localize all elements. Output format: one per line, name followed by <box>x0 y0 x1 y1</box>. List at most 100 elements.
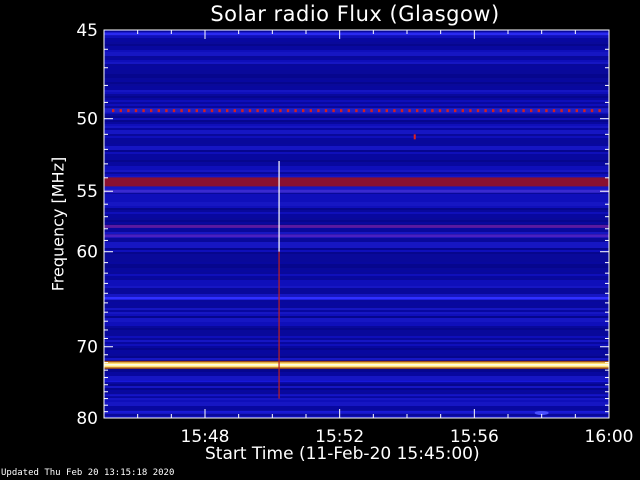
band-dash <box>545 109 548 113</box>
noise-row <box>104 270 609 272</box>
noise-row <box>104 392 609 394</box>
band-dash <box>210 109 214 113</box>
noise-row <box>104 66 609 68</box>
band-dash <box>378 109 381 113</box>
band-dash <box>431 109 434 113</box>
noise-row <box>104 294 609 296</box>
y-axis-label: Frequency [MHz] <box>48 156 68 292</box>
noise-row <box>104 46 609 48</box>
noise-row <box>104 120 609 122</box>
noise-row <box>104 396 609 398</box>
noise-row <box>104 222 609 224</box>
band-dash <box>340 109 343 113</box>
noise-row <box>104 128 609 130</box>
noise-row <box>104 264 609 266</box>
noise-row <box>104 212 609 214</box>
spectrogram-chart: 455055607080 15:48 15:52 15:56 16:00 <box>76 21 634 447</box>
band-dash <box>446 109 449 113</box>
noise-row <box>104 330 609 332</box>
noise-row <box>104 106 609 108</box>
noise-row <box>104 200 609 202</box>
noise-row <box>104 76 609 78</box>
band-dash <box>271 109 274 113</box>
noise-row <box>104 102 609 104</box>
noise-row <box>104 318 609 320</box>
noise-row <box>104 70 609 72</box>
band-dash <box>530 109 533 113</box>
noise-row <box>104 350 609 352</box>
band-dash <box>438 109 442 113</box>
noise-row <box>104 82 609 84</box>
noise-row <box>104 300 609 302</box>
noise-row <box>104 92 609 94</box>
noise-row <box>104 272 609 274</box>
noise-row <box>104 124 609 126</box>
band-dash <box>522 109 525 113</box>
noise-row <box>104 60 609 62</box>
noise-row <box>104 150 609 152</box>
y-tick-label: 60 <box>76 243 98 263</box>
x-tick-label: 16:00 <box>585 427 634 447</box>
noise-row <box>104 160 609 162</box>
noise-row <box>104 252 609 254</box>
band-dash <box>256 109 259 113</box>
noise-row <box>104 116 609 118</box>
noise-row <box>104 228 609 230</box>
noise-row <box>104 370 609 372</box>
noise-row <box>104 164 609 166</box>
noise-row <box>104 140 609 142</box>
band-64.5 <box>104 296 609 300</box>
noise-row <box>104 334 609 336</box>
band-dash <box>514 109 518 113</box>
noise-row <box>104 336 609 338</box>
noise-row <box>104 232 609 234</box>
band-45.2 <box>104 32 609 36</box>
noise-row <box>104 40 609 42</box>
band-dash <box>575 109 578 113</box>
noise-row <box>104 132 609 134</box>
band-dash <box>172 109 176 113</box>
noise-row <box>104 310 609 312</box>
x-axis-label: Start Time (11-Feb-20 15:45:00) <box>205 444 480 464</box>
noise-row <box>104 206 609 208</box>
noise-row <box>104 308 609 310</box>
band-dash <box>119 109 122 113</box>
spectrogram-background <box>104 30 609 418</box>
noise-row <box>104 42 609 44</box>
noise-row <box>104 118 609 120</box>
band-dash <box>317 109 320 113</box>
band-58.6 <box>104 234 609 238</box>
band-dash <box>469 109 472 113</box>
y-tick-label: 80 <box>76 409 98 429</box>
noise-row <box>104 282 609 284</box>
noise-row <box>104 286 609 288</box>
noise-row <box>104 158 609 160</box>
band-dash <box>492 109 495 113</box>
noise-row <box>104 250 609 252</box>
noise-row <box>104 244 609 246</box>
noise-row <box>104 100 609 102</box>
band-dash <box>400 109 404 113</box>
noise-row <box>104 90 609 92</box>
noise-row <box>104 52 609 54</box>
noise-row <box>104 174 609 176</box>
updated-timestamp: Updated Thu Feb 20 13:15:18 2020 <box>1 468 175 478</box>
band-dash <box>484 109 487 113</box>
band-dash <box>112 109 115 113</box>
band-dash <box>264 109 267 113</box>
noise-row <box>104 88 609 90</box>
band-54.3 <box>104 177 609 187</box>
noise-row <box>104 122 609 124</box>
noise-row <box>104 322 609 324</box>
noise-row <box>104 62 609 64</box>
band-dash <box>537 109 540 113</box>
band-dash <box>598 109 601 113</box>
band-dash <box>302 109 305 113</box>
band-dash <box>507 109 510 113</box>
noise-row <box>104 168 609 170</box>
noise-row <box>104 356 609 358</box>
noise-row <box>104 388 609 390</box>
band-dash <box>355 109 358 113</box>
noise-row <box>104 280 609 282</box>
band-dash <box>499 109 502 113</box>
